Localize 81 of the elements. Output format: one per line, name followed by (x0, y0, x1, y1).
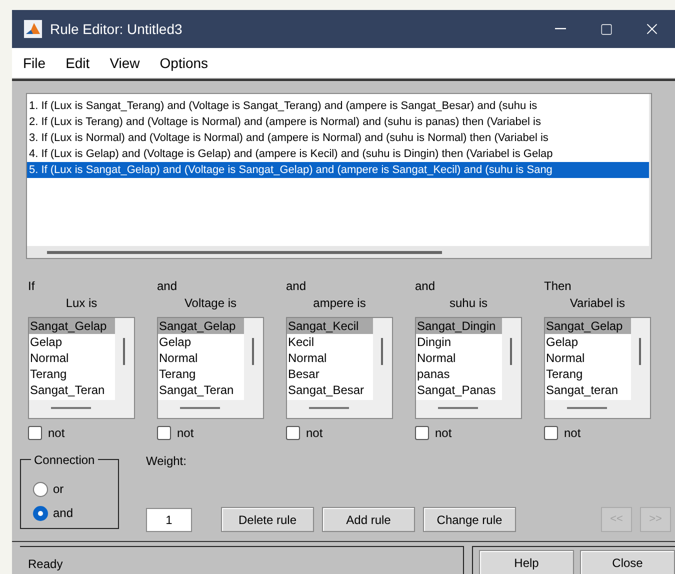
term-item[interactable]: Sangat_Besar (287, 382, 373, 398)
footer-button[interactable]: Close (580, 550, 675, 574)
term-item[interactable]: Sangat_teran (545, 382, 631, 398)
term-item[interactable]: Sangat_Gelap (29, 318, 115, 334)
scrollbar-thumb[interactable] (47, 251, 442, 254)
action-button[interactable]: Change rule (423, 507, 516, 532)
checkbox[interactable] (286, 426, 300, 440)
term-item[interactable]: Sangat_Teran (29, 382, 115, 398)
term-item[interactable]: Terang (158, 366, 244, 382)
weight-label: Weight: (146, 453, 188, 470)
term-item[interactable]: Sangat_Gelap (545, 318, 631, 334)
not-label: not (306, 425, 323, 442)
connector-label: and (286, 279, 306, 293)
term-item[interactable]: Terang (29, 366, 115, 382)
term-item[interactable]: Normal (545, 350, 631, 366)
connector-label: and (415, 279, 436, 293)
checkbox[interactable] (415, 426, 429, 440)
menu-item[interactable]: View (100, 52, 149, 74)
term-item[interactable]: panas (416, 366, 502, 382)
maximize-icon (600, 22, 612, 36)
connector-label: and (157, 279, 178, 293)
vertical-scrollbar-thumb[interactable] (381, 338, 383, 365)
term-item[interactable]: Dingin (416, 334, 502, 350)
term-item[interactable]: Normal (287, 350, 373, 366)
action-button[interactable]: Delete rule (221, 507, 314, 532)
checkbox[interactable] (157, 426, 171, 440)
not-label: not (435, 425, 452, 442)
window-title: Rule Editor: Untitled3 (50, 20, 182, 38)
term-item[interactable]: Normal (29, 350, 115, 366)
term-item[interactable]: Normal (416, 350, 502, 366)
term-item[interactable]: Normal (158, 350, 244, 366)
term-item[interactable]: Sangat_Panas (416, 382, 502, 398)
term-item[interactable]: Gelap (29, 334, 115, 350)
menu-item[interactable]: File (14, 52, 55, 74)
scrollbar-thumb[interactable] (438, 407, 478, 409)
radio-label: or (53, 481, 64, 498)
menu-item[interactable]: Options (150, 52, 218, 74)
rule-item[interactable]: 5. If (Lux is Sangat_Gelap) and (Voltage is Sangat_Gelap) and (ampere is Sangat_Kecil) and (suhu is Sang (27, 162, 649, 178)
term-item[interactable]: Sangat_Teran (158, 382, 244, 398)
term-item[interactable]: Kecil (287, 334, 373, 350)
term-item[interactable]: Sangat_Kecil (287, 318, 373, 334)
term-item[interactable]: Besar (287, 366, 373, 382)
rule-item[interactable]: 2. If (Lux is Terang) and (Voltage is Normal) and (ampere is Normal) and (suhu is panas) then (Variabel is (27, 114, 649, 130)
scrollbar-thumb[interactable] (180, 407, 220, 409)
variable-label: suhu is (449, 296, 488, 310)
rule-item[interactable]: 1. If (Lux is Sangat_Terang) and (Voltage is Sangat_Terang) and (ampere is Sangat_Besar) and (suhu is (27, 98, 649, 114)
variable-label: Lux is (66, 296, 98, 310)
vertical-scrollbar-thumb[interactable] (639, 338, 641, 365)
app-logo-icon (24, 20, 42, 38)
scrollbar-thumb[interactable] (567, 407, 607, 409)
footer-button[interactable]: Help (479, 550, 574, 574)
term-item[interactable]: Sangat_Dingin (416, 318, 502, 334)
variable-label: Variabel is (570, 296, 626, 310)
rule-item[interactable]: 3. If (Lux is Normal) and (Voltage is Normal) and (ampere is Normal) and (suhu is Normal) then (Variabel is (27, 130, 649, 146)
scrollbar-thumb[interactable] (51, 407, 91, 409)
not-label: not (564, 425, 581, 442)
variable-label: ampere is (313, 296, 366, 310)
variable-label: Voltage is (184, 296, 237, 310)
rule-item[interactable]: 4. If (Lux is Gelap) and (Voltage is Gelap) and (ampere is Kecil) and (suhu is Dingin) then (Variabel is Gelap (27, 146, 649, 162)
menu-item[interactable]: Edit (56, 52, 99, 74)
term-item[interactable]: Terang (545, 366, 631, 382)
checkbox[interactable] (28, 426, 42, 440)
term-item[interactable]: Gelap (158, 334, 244, 350)
action-button[interactable]: Add rule (322, 507, 415, 532)
not-label: not (177, 425, 194, 442)
connector-label: If (28, 279, 35, 293)
vertical-scrollbar-thumb[interactable] (252, 338, 254, 365)
radio-button[interactable] (33, 482, 48, 496)
checkbox[interactable] (544, 426, 558, 440)
connector-label: Then (544, 279, 572, 293)
status-text: Ready (28, 557, 63, 571)
vertical-scrollbar-thumb[interactable] (510, 338, 512, 365)
radio-button[interactable] (33, 506, 48, 520)
weight-field[interactable]: 1 (146, 508, 192, 532)
minimize-icon (554, 28, 566, 30)
vertical-scrollbar-thumb[interactable] (123, 338, 125, 365)
term-item[interactable]: Gelap (545, 334, 631, 350)
not-label: not (48, 425, 65, 442)
radio-label: and (53, 505, 74, 522)
term-item[interactable]: Sangat_Gelap (158, 318, 244, 334)
scrollbar-thumb[interactable] (309, 407, 349, 409)
